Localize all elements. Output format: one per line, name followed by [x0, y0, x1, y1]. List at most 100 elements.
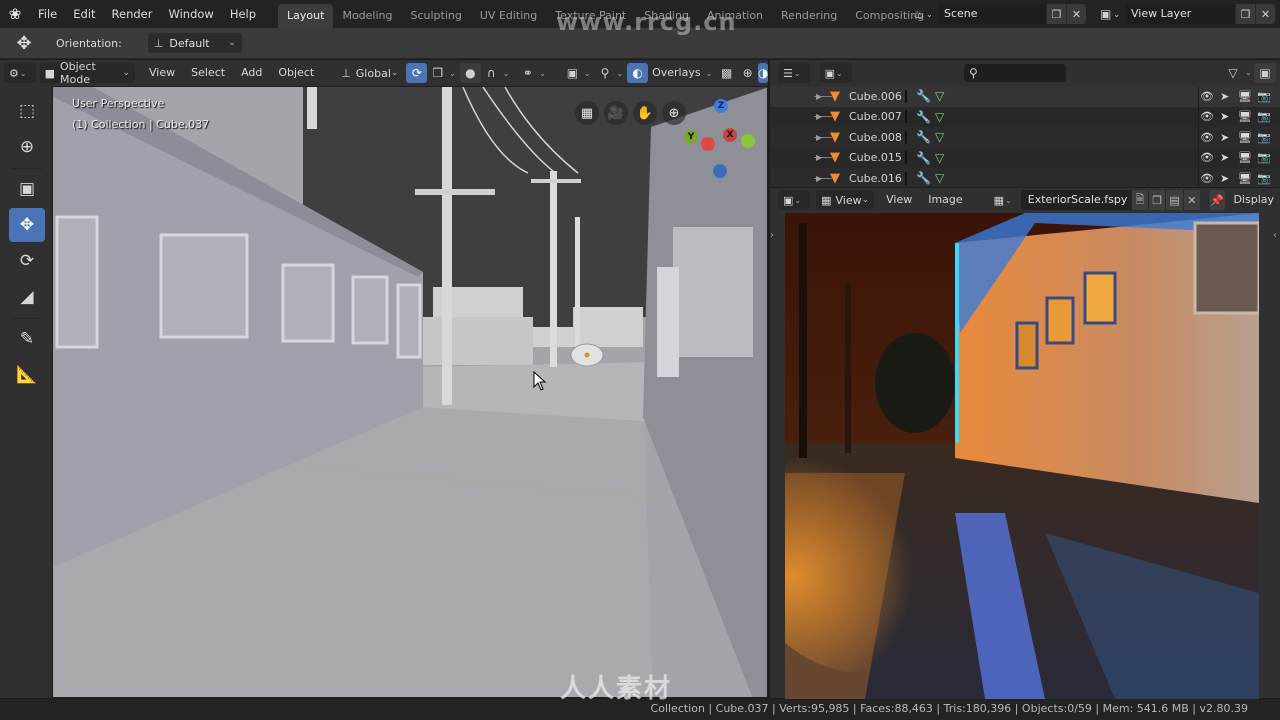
camera-view-icon[interactable]: 🎥 — [604, 101, 628, 125]
snap-target-icon[interactable]: ❒ — [427, 63, 448, 83]
outliner-search-input[interactable]: ⚲ — [964, 64, 1066, 82]
filter-icon[interactable]: ▽ — [1222, 63, 1244, 83]
menu-file[interactable]: File — [30, 0, 65, 28]
viewport-menu-add[interactable]: Add — [233, 60, 270, 86]
image-name-field[interactable]: ExteriorScale.fspy — [1020, 190, 1131, 210]
viewport-display-icon[interactable]: 🖥 — [1238, 110, 1252, 123]
solid-shading-icon[interactable]: ◑ — [758, 63, 768, 83]
render-camera-icon[interactable]: 📷 — [1257, 151, 1271, 164]
measure-icon[interactable]: 📐 — [9, 358, 45, 392]
object-name[interactable]: Cube.016 — [849, 172, 902, 185]
modifier-wrench-icon[interactable]: 🔧 — [916, 171, 931, 185]
pan-view-hand-icon[interactable]: ✋ — [633, 101, 657, 125]
mode-dropdown[interactable]: ■ Object Mode ⌄ — [39, 60, 136, 86]
object-name[interactable]: Cube.008 — [849, 131, 902, 144]
orientation-dropdown[interactable]: ⊥ Default ⌄ — [147, 33, 242, 53]
expand-arrow-icon[interactable]: ▶ — [816, 153, 822, 162]
expand-arrow-icon[interactable]: ▶ — [816, 92, 822, 101]
transform-icon[interactable]: ▣ — [9, 172, 45, 206]
scene-icon[interactable]: ♨ ⌄ — [908, 4, 938, 24]
mesh-data-icon[interactable]: ▽ — [935, 89, 944, 103]
eye-visibility-icon[interactable]: 👁 — [1200, 90, 1214, 103]
tab-rendering[interactable]: Rendering — [772, 4, 846, 28]
selectable-arrow-icon[interactable]: ➤ — [1220, 151, 1229, 164]
proportional-editing-icon[interactable]: ∩ — [481, 63, 502, 83]
image-menu-image[interactable]: Image — [920, 187, 970, 213]
object-name[interactable]: Cube.007 — [849, 110, 902, 123]
modifier-wrench-icon[interactable]: 🔧 — [916, 110, 931, 124]
reference-photo[interactable] — [785, 213, 1259, 699]
object-name[interactable]: Cube.015 — [849, 151, 902, 164]
menu-render[interactable]: Render — [104, 0, 161, 28]
toggle-perspective-icon[interactable]: ▦ — [575, 101, 599, 125]
mesh-data-icon[interactable]: ▽ — [935, 110, 944, 124]
render-camera-icon[interactable]: 📷 — [1257, 90, 1271, 103]
zoom-view-icon[interactable]: ⊕ — [662, 101, 686, 125]
expand-arrow-icon[interactable]: ▶ — [816, 112, 822, 121]
image-editor-type-button[interactable]: ▣ ⌄ — [778, 190, 811, 210]
gizmo-axis-y[interactable]: Y — [684, 130, 698, 144]
wireframe-shading-icon[interactable]: ⊕ — [737, 63, 758, 83]
object-name[interactable]: Cube.006 — [849, 90, 902, 103]
render-camera-icon[interactable]: 📷 — [1257, 172, 1271, 185]
display-menu[interactable]: Display — [1225, 187, 1280, 213]
viewport-menu-view[interactable]: View — [141, 60, 183, 86]
duplicate-scene-button[interactable]: ❐ — [1046, 4, 1066, 24]
image-browse-button[interactable]: ▦ ⌄ — [989, 190, 1021, 210]
object-types-visibility-icon[interactable]: ▣ — [562, 63, 583, 83]
overlays-dropdown[interactable]: Overlays — [648, 60, 705, 86]
gizmo-axis-neg-y[interactable] — [741, 134, 755, 148]
eye-visibility-icon[interactable]: 👁 — [1200, 110, 1214, 123]
modifier-wrench-icon[interactable]: 🔧 — [916, 130, 931, 144]
modifier-wrench-icon[interactable]: 🔧 — [916, 151, 931, 165]
scale-icon[interactable]: ◢ — [9, 280, 45, 314]
new-image-icon[interactable]: ▤ — [1165, 190, 1183, 210]
render-camera-icon[interactable]: 📷 — [1257, 110, 1271, 123]
sidebar-expand-arrow-icon[interactable]: ‹ — [1273, 230, 1277, 241]
selectable-arrow-icon[interactable]: ➤ — [1220, 172, 1229, 185]
pin-icon[interactable]: 📌 — [1208, 190, 1226, 210]
pivot-point-icon[interactable]: ⟳ — [406, 63, 428, 83]
expand-arrow-icon[interactable]: ▶ — [816, 133, 822, 142]
outliner-editor-type-button[interactable]: ☰ ⌄ — [778, 63, 810, 83]
gizmo-visibility-icon[interactable]: ⚲ — [595, 63, 616, 83]
gizmo-axis-neg-z[interactable] — [713, 164, 727, 178]
duplicate-view-layer-button[interactable]: ❐ — [1235, 4, 1255, 24]
outliner-row[interactable]: ▶ ▼ Cube.006 🔧 ▽ 👁 ➤ 🖥 📷 — [770, 86, 1280, 107]
selectable-arrow-icon[interactable]: ➤ — [1220, 131, 1229, 144]
viewport-display-icon[interactable]: 🖥 — [1238, 131, 1252, 144]
overlays-toggle-icon[interactable]: ◐ — [627, 63, 649, 83]
tab-modeling[interactable]: Modeling — [333, 4, 401, 28]
view-layer-icon[interactable]: ▣ ⌄ — [1095, 4, 1125, 24]
gizmo-axis-x[interactable]: X — [723, 128, 737, 142]
transform-orientation-dropdown[interactable]: ⊥ Global ⌄ — [336, 63, 403, 83]
move-icon[interactable]: ✥ — [9, 208, 45, 242]
delete-scene-button[interactable]: ✕ — [1066, 4, 1086, 24]
selectable-arrow-icon[interactable]: ➤ — [1220, 110, 1229, 123]
selectable-arrow-icon[interactable]: ➤ — [1220, 90, 1229, 103]
fake-user-icon[interactable]: 🗎 — [1130, 190, 1149, 210]
snap-toggle-icon[interactable]: ● — [459, 63, 481, 83]
mesh-data-icon[interactable]: ▽ — [935, 130, 944, 144]
render-camera-icon[interactable]: 📷 — [1257, 131, 1271, 144]
eye-visibility-icon[interactable]: 👁 — [1200, 151, 1214, 164]
mesh-data-icon[interactable]: ▽ — [935, 151, 944, 165]
outliner-row[interactable]: ▶ ▼ Cube.007 🔧 ▽ 👁 ➤ 🖥 📷 — [770, 107, 1280, 128]
tab-uv-editing[interactable]: UV Editing — [471, 4, 546, 28]
menu-help[interactable]: Help — [222, 0, 264, 28]
blender-logo-icon[interactable]: ❀ — [0, 0, 30, 28]
outliner-row[interactable]: ▶ ▼ Cube.016 🔧 ▽ 👁 ➤ 🖥 📷 — [770, 168, 1280, 189]
delete-view-layer-button[interactable]: ✕ — [1255, 4, 1275, 24]
unlink-image-icon[interactable]: ✕ — [1182, 190, 1201, 210]
annotate-icon[interactable]: ✎ — [9, 322, 45, 356]
xray-toggle-icon[interactable]: ▩ — [716, 63, 737, 83]
rotate-icon[interactable]: ⟳ — [9, 244, 45, 278]
viewport-display-icon[interactable]: 🖥 — [1238, 172, 1252, 185]
outliner-row[interactable]: ▶ ▼ Cube.015 🔧 ▽ 👁 ➤ 🖥 📷 — [770, 148, 1280, 169]
display-mode-button[interactable]: ▣ ⌄ — [819, 63, 852, 83]
view-mode-dropdown[interactable]: ▦ View ⌄ — [816, 190, 875, 210]
new-collection-icon[interactable]: ▣ — [1254, 63, 1276, 83]
scene-name-field[interactable]: Scene — [938, 4, 1046, 24]
menu-window[interactable]: Window — [160, 0, 221, 28]
3d-viewport-canvas[interactable]: User Perspective (1) Collection | Cube.0… — [52, 86, 768, 698]
